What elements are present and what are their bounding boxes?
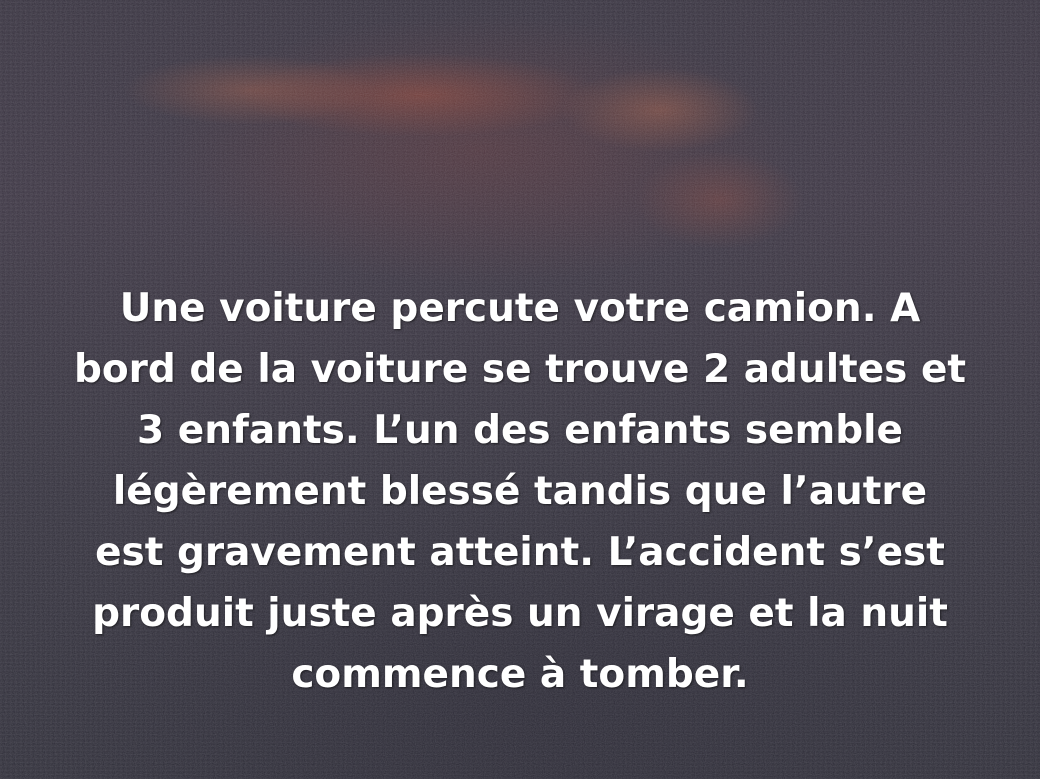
scenario-text: Une voiture percute votre camion. A bord… xyxy=(20,278,1020,705)
scenario-line: commence à tomber. xyxy=(291,652,749,697)
slide: Une voiture percute votre camion. A bord… xyxy=(0,0,1040,779)
scenario-line: est gravement atteint. L’accident s’est xyxy=(95,530,945,575)
scenario-line: produit juste après un virage et la nuit xyxy=(92,591,948,636)
scenario-line: 3 enfants. L’un des enfants semble xyxy=(137,408,903,453)
scenario-line: bord de la voiture se trouve 2 adultes e… xyxy=(73,347,967,392)
scenario-line: légèrement blessé tandis que l’autre xyxy=(112,469,928,514)
scenario-line: Une voiture percute votre camion. A xyxy=(119,286,921,331)
